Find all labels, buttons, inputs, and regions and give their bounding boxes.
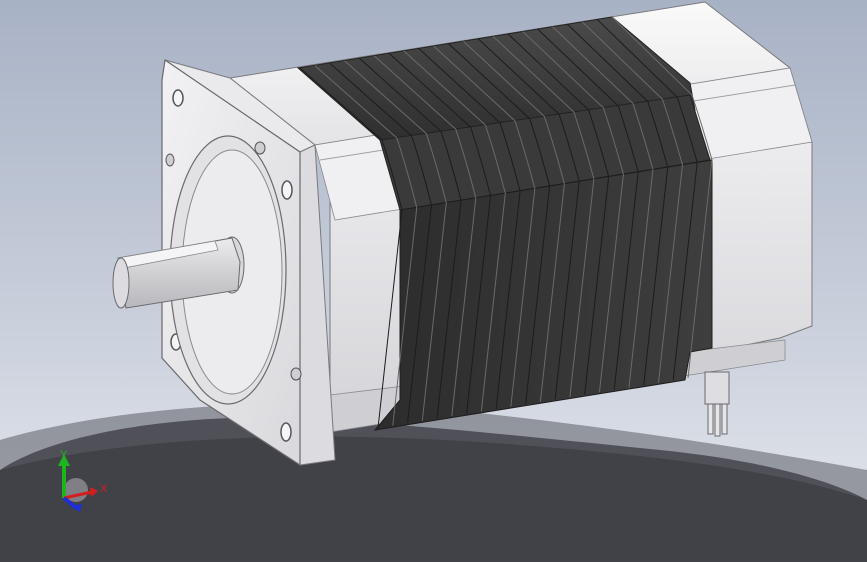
mounting-hole-top-right [281,180,293,200]
flange-bolt-1 [254,141,266,155]
shaft-end-face [112,257,130,309]
flange-bolt-3 [290,367,302,381]
cable-leads[interactable] [704,371,730,437]
motor-model-render[interactable]: Y X [0,0,867,562]
mounting-hole-bottom-right [280,422,292,442]
flange-bolt-2 [165,153,175,167]
triad-x-label: X [100,483,108,495]
cable-gland [704,371,730,405]
3d-model-viewport[interactable]: Y X [0,0,867,562]
cable-lead-1 [707,403,714,435]
cable-lead-2 [714,403,721,437]
cable-lead-3 [721,403,728,435]
triad-y-label: Y [60,449,68,461]
mounting-hole-top-left [172,89,184,107]
